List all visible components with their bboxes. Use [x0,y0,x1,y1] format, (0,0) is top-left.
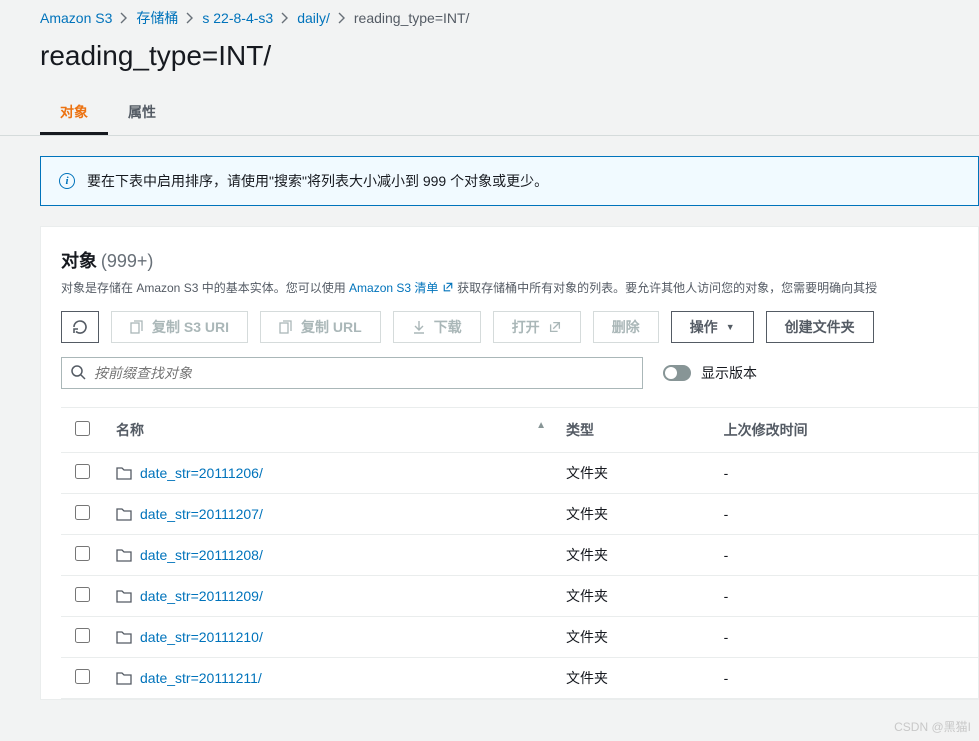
folder-icon [116,630,132,644]
table-row: date_str=20111210/文件夹- [61,617,978,658]
table-row: date_str=20111209/文件夹- [61,576,978,617]
section-description: 对象是存储在 Amazon S3 中的基本实体。您可以使用 Amazon S3 … [61,279,978,297]
object-name-link[interactable]: date_str=20111209/ [140,588,263,604]
objects-panel: 对象 (999+) 对象是存储在 Amazon S3 中的基本实体。您可以使用 … [40,226,979,700]
object-modified: - [714,617,978,658]
object-type: 文件夹 [556,494,714,535]
object-modified: - [714,453,978,494]
open-button[interactable]: 打开 [493,311,581,343]
show-versions-label: 显示版本 [701,363,757,383]
row-checkbox[interactable] [75,628,90,643]
download-button[interactable]: 下载 [393,311,481,343]
chevron-right-icon [120,12,128,24]
row-checkbox[interactable] [75,546,90,561]
breadcrumb-item[interactable]: 存储桶 [136,8,178,28]
chevron-right-icon [281,12,289,24]
section-count: (999+) [101,251,154,271]
object-modified: - [714,576,978,617]
object-type: 文件夹 [556,453,714,494]
table-row: date_str=20111206/文件夹- [61,453,978,494]
caret-down-icon: ▼ [726,322,735,332]
info-banner-text: 要在下表中启用排序，请使用"搜索"将列表大小减小到 999 个对象或更少。 [87,171,548,191]
external-link-icon [442,281,454,293]
folder-icon [116,589,132,603]
table-row: date_str=20111207/文件夹- [61,494,978,535]
copy-s3-uri-button[interactable]: 复制 S3 URI [111,311,248,343]
toolbar: 复制 S3 URI 复制 URL 下载 打开 删除 操作 ▼ 创建文件夹 [61,311,978,343]
sort-indicator-icon: ▲ [536,420,546,431]
page-title: reading_type=INT/ [0,36,979,92]
object-modified: - [714,658,978,699]
breadcrumb: Amazon S3 存储桶 s 22-8-4-s3 daily/ reading… [0,0,979,36]
section-title: 对象 [61,251,97,271]
breadcrumb-item[interactable]: daily/ [297,10,330,26]
row-checkbox[interactable] [75,587,90,602]
tab-objects[interactable]: 对象 [40,92,108,135]
actions-button[interactable]: 操作 ▼ [671,311,754,343]
objects-table: 名称 ▲ 类型 上次修改时间 date_str=20111206/文件夹-dat… [61,407,978,699]
delete-button[interactable]: 删除 [593,311,659,343]
folder-icon [116,548,132,562]
search-icon [70,364,86,380]
copy-icon [130,320,144,334]
column-header-modified[interactable]: 上次修改时间 [714,408,978,453]
show-versions-toggle[interactable] [663,365,691,381]
s3-inventory-link[interactable]: Amazon S3 清单 [349,281,457,295]
object-name-link[interactable]: date_str=20111208/ [140,547,263,563]
breadcrumb-item[interactable]: Amazon S3 [40,10,112,26]
column-header-type[interactable]: 类型 [556,408,714,453]
table-row: date_str=20111211/文件夹- [61,658,978,699]
search-input[interactable] [61,357,643,389]
row-checkbox[interactable] [75,505,90,520]
breadcrumb-item[interactable]: s 22-8-4-s3 [202,10,273,26]
row-checkbox[interactable] [75,669,90,684]
row-checkbox[interactable] [75,464,90,479]
copy-url-button[interactable]: 复制 URL [260,311,381,343]
object-modified: - [714,535,978,576]
select-all-checkbox[interactable] [75,421,90,436]
folder-icon [116,671,132,685]
copy-icon [279,320,293,334]
column-header-name[interactable]: 名称 ▲ [106,408,556,453]
refresh-icon [72,319,88,335]
folder-icon [116,507,132,521]
search-wrap [61,357,643,389]
object-name-link[interactable]: date_str=20111206/ [140,465,263,481]
external-link-icon [548,320,562,334]
download-icon [412,320,426,334]
tabs: 对象 属性 [0,92,979,136]
object-name-link[interactable]: date_str=20111211/ [140,670,262,686]
refresh-button[interactable] [61,311,99,343]
object-type: 文件夹 [556,617,714,658]
object-modified: - [714,494,978,535]
watermark: CSDN @黑猫I [894,718,971,735]
folder-icon [116,466,132,480]
chevron-right-icon [338,12,346,24]
object-name-link[interactable]: date_str=20111210/ [140,629,263,645]
breadcrumb-current: reading_type=INT/ [354,10,470,26]
create-folder-button[interactable]: 创建文件夹 [766,311,874,343]
object-type: 文件夹 [556,535,714,576]
tab-properties[interactable]: 属性 [108,92,176,135]
table-row: date_str=20111208/文件夹- [61,535,978,576]
chevron-right-icon [186,12,194,24]
object-name-link[interactable]: date_str=20111207/ [140,506,263,522]
object-type: 文件夹 [556,658,714,699]
object-type: 文件夹 [556,576,714,617]
info-banner: i 要在下表中启用排序，请使用"搜索"将列表大小减小到 999 个对象或更少。 [40,156,979,206]
info-icon: i [59,173,75,189]
